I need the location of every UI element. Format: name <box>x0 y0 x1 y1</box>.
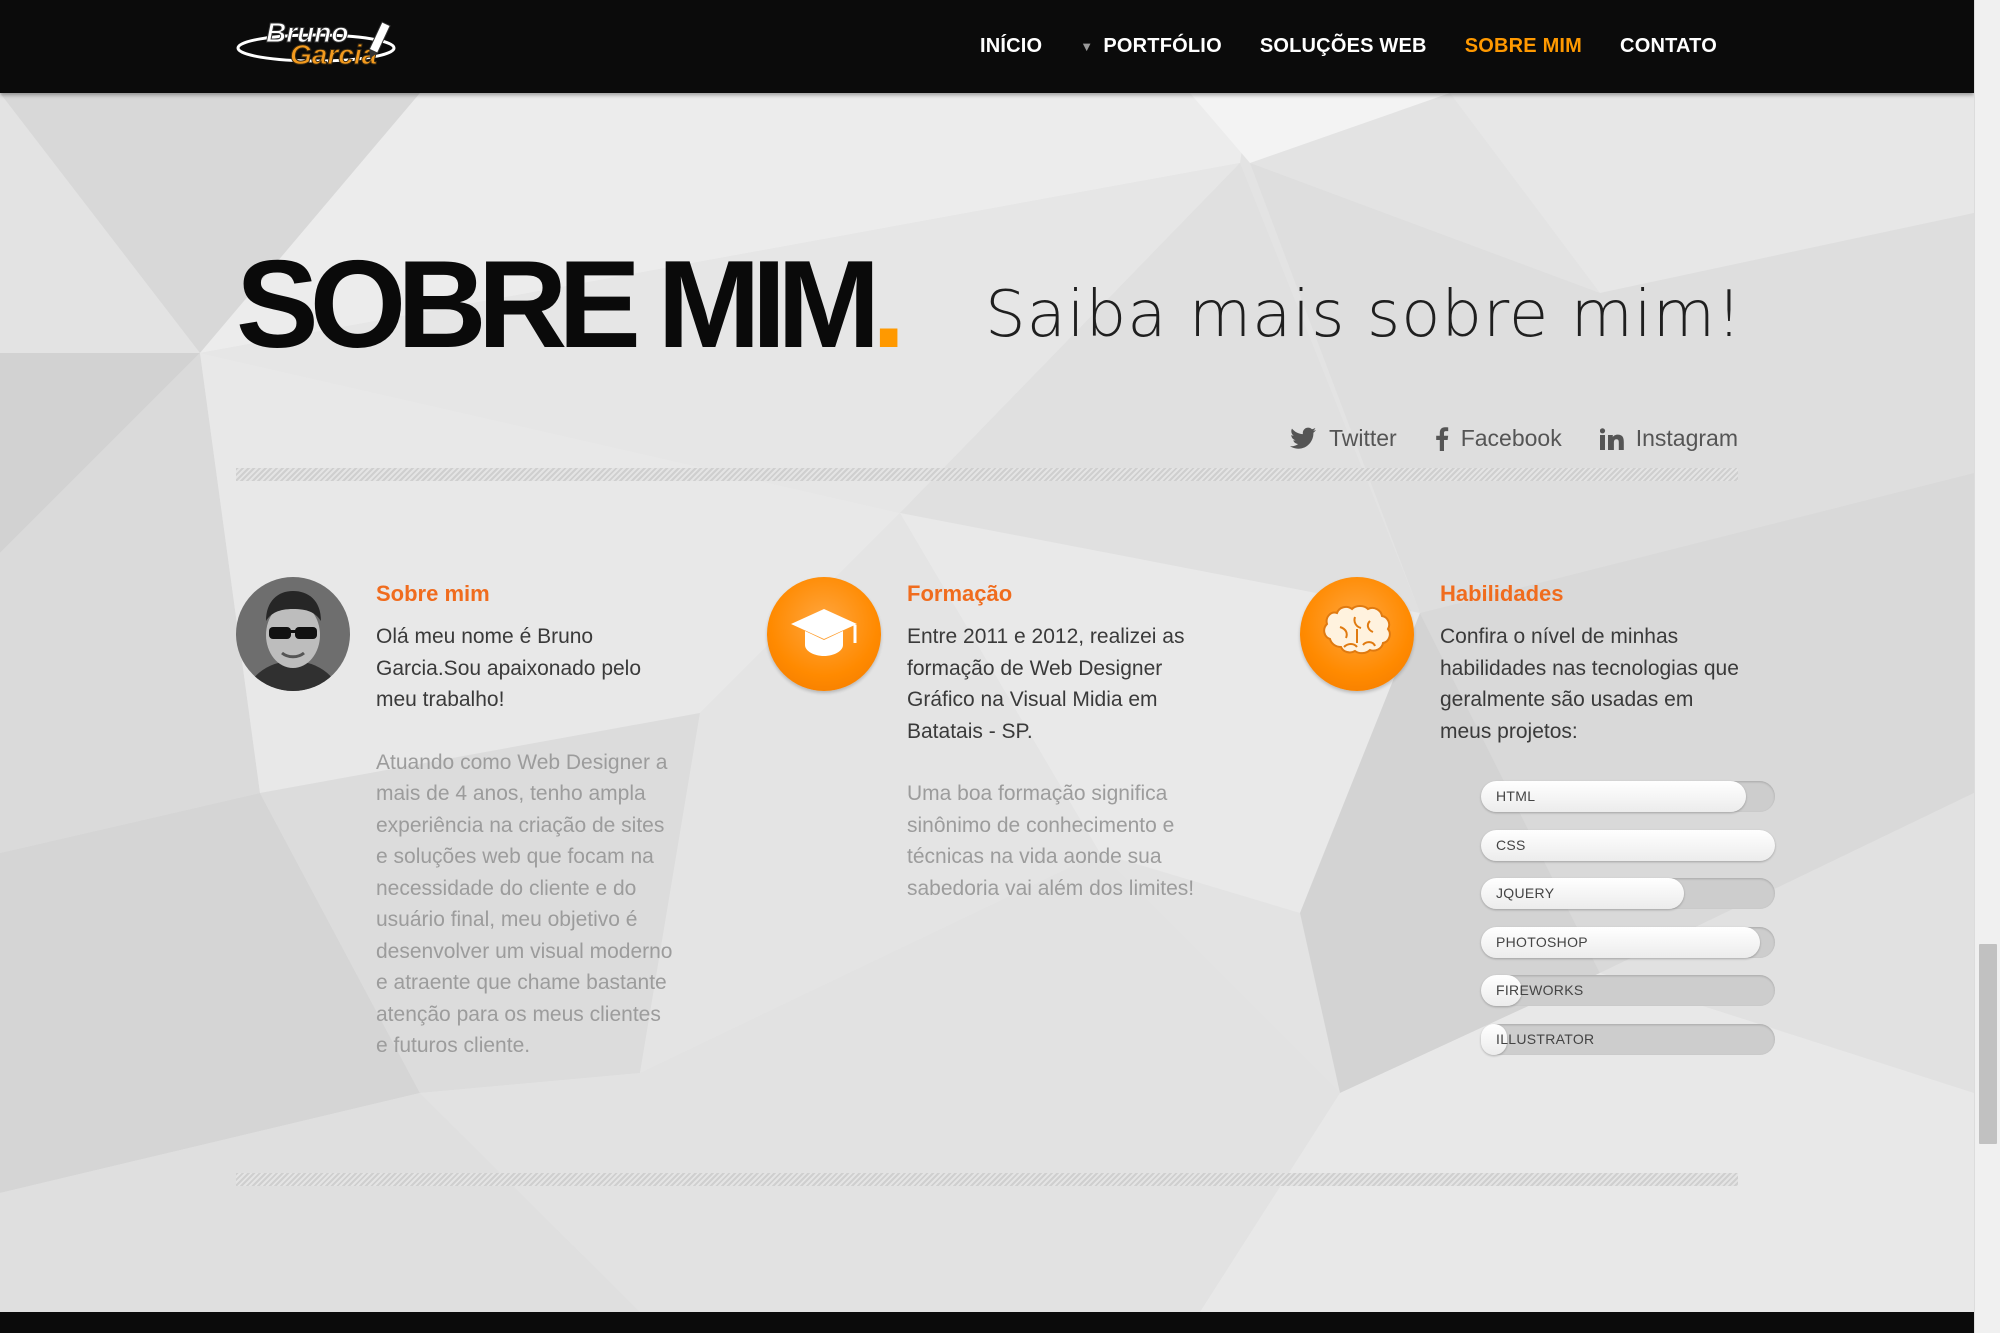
social-link-facebook[interactable]: Facebook <box>1435 425 1562 452</box>
social-link-instagram[interactable]: Instagram <box>1599 425 1738 452</box>
social-label: Twitter <box>1328 425 1397 451</box>
about-intro: Olá meu nome é Bruno Garcia.Sou apaixona… <box>376 625 642 711</box>
social-label: Instagram <box>1635 425 1738 451</box>
page-scrollbar[interactable] <box>1974 0 2000 1333</box>
avatar <box>236 577 350 691</box>
nav-item-inicio[interactable]: INÍCIO <box>980 35 1042 58</box>
skill-bar-illustrator: ILLUSTRATOR <box>1481 1023 1775 1055</box>
skills-intro: Confira o nível de minhas habilidades na… <box>1440 625 1739 743</box>
graduation-cap-icon <box>767 577 881 691</box>
education-text: Formação Entre 2011 e 2012, realizei as … <box>907 577 1217 904</box>
nav-item-portfolio[interactable]: ▼ PORTFÓLIO <box>1080 35 1222 58</box>
social-links: Twitter Facebook Instagram <box>1251 425 1738 452</box>
nav-item-label: CONTATO <box>1620 35 1717 57</box>
footer-bar <box>0 1312 1974 1333</box>
education-title: Formação <box>907 581 1013 606</box>
skill-bar-css: CSS <box>1481 829 1775 861</box>
linkedin-icon <box>1599 427 1624 450</box>
skill-bars: HTML CSS JQUERY PHOTOSHOP FIREWORKS ILLU… <box>1481 781 1775 1072</box>
skill-label: HTML <box>1496 788 1536 804</box>
skills-title: Habilidades <box>1440 581 1564 606</box>
skill-label: PHOTOSHOP <box>1496 933 1588 950</box>
svg-text:Garcia: Garcia <box>290 39 377 70</box>
skill-bar-photoshop: PHOTOSHOP <box>1481 926 1775 958</box>
skills-text: Habilidades Confira o nível de minhas ha… <box>1440 577 1740 747</box>
education-details: Uma boa formação significa sinônimo de c… <box>907 782 1195 900</box>
page-title: SOBRE MIM. <box>236 240 906 370</box>
skill-label: JQUERY <box>1496 885 1555 901</box>
top-navbar: Bruno Garcia INÍCIO ▼ PORTFÓLIO SOLUÇÕES… <box>0 0 1974 93</box>
about-title: Sobre mim <box>376 581 490 606</box>
skill-label: FIREWORKS <box>1496 982 1584 998</box>
skill-bar-html: HTML <box>1481 781 1775 812</box>
page-title-dot: . <box>871 236 906 374</box>
main-nav: INÍCIO ▼ PORTFÓLIO SOLUÇÕES WEB SOBRE MI… <box>942 0 1717 93</box>
chevron-down-icon: ▼ <box>1080 39 1094 54</box>
nav-item-label: SOLUÇÕES WEB <box>1259 35 1427 57</box>
nav-item-sobre-mim[interactable]: SOBRE MIM <box>1465 35 1582 58</box>
social-link-twitter[interactable]: Twitter <box>1289 425 1397 452</box>
nav-item-label: SOBRE MIM <box>1464 35 1583 57</box>
social-label: Facebook <box>1460 425 1562 451</box>
nav-item-label: INÍCIO <box>979 35 1043 57</box>
nav-item-label: PORTFÓLIO <box>1103 35 1222 57</box>
education-intro: Entre 2011 e 2012, realizei as formação … <box>907 625 1185 743</box>
page-title-text: SOBRE MIM <box>236 236 880 374</box>
twitter-icon <box>1289 427 1317 451</box>
about-details: Atuando como Web Designer a mais de 4 an… <box>376 750 673 1058</box>
scrollbar-thumb[interactable] <box>1979 944 1997 1144</box>
brain-icon <box>1300 577 1414 691</box>
facebook-icon <box>1435 426 1449 451</box>
nav-item-contato[interactable]: CONTATO <box>1620 35 1717 58</box>
skill-label: CSS <box>1496 836 1526 853</box>
nav-item-solucoes-web[interactable]: SOLUÇÕES WEB <box>1260 35 1427 58</box>
skill-label: ILLUSTRATOR <box>1496 1030 1595 1047</box>
brand-logo[interactable]: Bruno Garcia <box>236 14 404 71</box>
divider-top <box>236 468 1738 481</box>
skill-bar-jquery: JQUERY <box>1481 878 1775 909</box>
divider-bottom <box>236 1173 1738 1186</box>
page-content: SOBRE MIM. Saiba mais sobre mim! Twitter… <box>0 0 1974 1333</box>
skill-bar-fireworks: FIREWORKS <box>1481 975 1775 1006</box>
about-text: Sobre mim Olá meu nome é Bruno Garcia.So… <box>376 577 676 1062</box>
page-subtitle: Saiba mais sobre mim! <box>985 278 1743 352</box>
